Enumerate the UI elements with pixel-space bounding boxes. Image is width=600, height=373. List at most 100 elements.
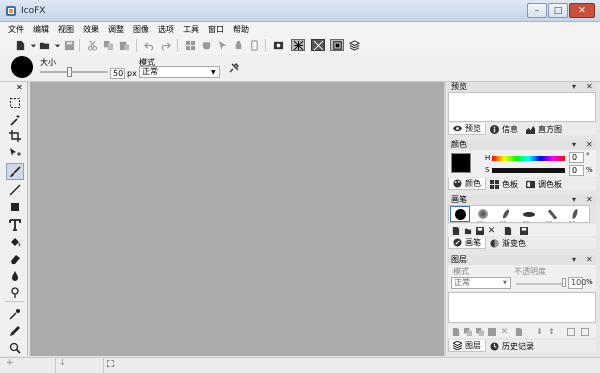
chevron-down-icon[interactable]: ▾ [572, 82, 576, 92]
menu-effects[interactable]: 效果 [83, 24, 99, 35]
tab-brush[interactable]: 画笔 [448, 237, 486, 249]
close-window-button[interactable]: ✕ [569, 3, 595, 18]
dropdown-arrow-icon[interactable] [51, 39, 63, 51]
apple-icon[interactable] [200, 39, 212, 51]
rectangle-icon[interactable] [7, 199, 23, 214]
menu-options[interactable]: 选项 [158, 24, 174, 35]
redo-icon[interactable] [159, 39, 171, 51]
grid-view-third-icon[interactable] [330, 39, 344, 51]
brush-preset-hard-round[interactable] [450, 206, 470, 222]
marquee-select-icon[interactable] [7, 95, 23, 110]
tab-histogram[interactable]: 直方图 [522, 123, 566, 135]
menu-tools[interactable]: 工具 [183, 24, 199, 35]
delete-layer-icon[interactable]: ✕ [500, 327, 509, 337]
save-brush-icon[interactable] [475, 226, 484, 235]
menu-image[interactable]: 图像 [133, 24, 149, 35]
menu-help[interactable]: 帮助 [233, 24, 249, 35]
move-layer-up-icon[interactable]: ⬆ [547, 327, 556, 336]
brush-preset-diagonal[interactable] [542, 206, 562, 222]
tab-swatches[interactable]: 色板 [486, 178, 522, 190]
windows-icon[interactable] [184, 39, 196, 51]
screenshot-icon[interactable] [272, 39, 284, 51]
save-icon[interactable] [63, 39, 75, 51]
saturation-value-field[interactable]: 0 [569, 165, 584, 176]
tab-color[interactable]: 颜色 [448, 178, 486, 190]
layers-stack-icon[interactable] [348, 39, 360, 51]
primary-color-swatch[interactable] [451, 153, 471, 173]
menu-adjust[interactable]: 调整 [108, 24, 124, 35]
tab-gradient[interactable]: 渐变色 [486, 237, 530, 249]
brush-preview[interactable] [11, 56, 33, 78]
chevron-down-icon[interactable]: ▾ [572, 140, 576, 150]
mobile-icon[interactable] [248, 39, 260, 51]
close-icon[interactable]: ✕ [586, 255, 593, 265]
close-icon[interactable]: ✕ [586, 195, 593, 205]
close-icon[interactable]: ✕ [586, 82, 593, 92]
tab-preview[interactable]: 预览 [448, 123, 486, 135]
move-icon[interactable] [7, 145, 23, 160]
new-document-icon[interactable] [14, 39, 26, 51]
menu-file[interactable]: 文件 [8, 24, 24, 35]
layer-expand-icon[interactable] [580, 327, 589, 336]
cursor-icon[interactable] [216, 39, 228, 51]
chevron-down-icon[interactable]: ▾ [572, 195, 576, 205]
layer-opacity-field[interactable]: 100 [568, 277, 586, 289]
merge-layer-icon[interactable] [487, 327, 496, 336]
tab-color-board[interactable]: 调色板 [522, 178, 566, 190]
layer-mode-select[interactable]: 正常 [451, 277, 511, 289]
hue-slider[interactable] [492, 156, 565, 161]
layers-list[interactable] [448, 292, 596, 323]
cut-icon[interactable] [86, 39, 98, 51]
size-value-field[interactable]: 50 [110, 68, 125, 79]
tab-layers[interactable]: 图层 [448, 340, 486, 352]
layer-opacity-slider[interactable] [516, 283, 566, 285]
copy-icon[interactable] [102, 39, 114, 51]
close-icon[interactable]: ✕ [586, 140, 593, 150]
pen-icon[interactable] [7, 323, 23, 338]
duplicate-layer-icon[interactable] [463, 327, 472, 336]
minimize-button[interactable]: – [527, 3, 547, 18]
move-layer-down-icon[interactable]: ⬇ [535, 327, 544, 336]
fill-bucket-icon[interactable] [7, 234, 23, 249]
magic-wand-icon[interactable] [7, 112, 23, 127]
eyedropper-icon[interactable] [7, 306, 23, 321]
size-slider-thumb[interactable] [66, 67, 72, 77]
brush-settings-icon[interactable] [503, 226, 512, 235]
layer-copy-icon[interactable] [475, 327, 484, 336]
mode-select[interactable]: 正常 [139, 66, 220, 78]
paste-icon[interactable] [118, 39, 130, 51]
canvas-workspace[interactable] [30, 82, 444, 356]
grid-view-icon[interactable] [291, 39, 305, 51]
brush-import-icon[interactable] [519, 226, 528, 235]
close-icon[interactable]: ✕ [16, 83, 23, 92]
layer-fit-icon[interactable] [566, 327, 575, 336]
layer-opacity-thumb[interactable] [562, 278, 566, 287]
open-folder-icon[interactable] [38, 39, 50, 51]
maximize-button[interactable]: □ [548, 3, 568, 18]
new-brush-icon[interactable] [451, 226, 460, 235]
delete-brush-icon[interactable]: ✕ [487, 226, 496, 236]
new-layer-icon[interactable] [451, 327, 460, 336]
open-brush-icon[interactable] [463, 226, 472, 235]
brush-preset-soft-round[interactable] [473, 206, 493, 222]
brush-scrollbar[interactable] [589, 205, 596, 223]
blur-drop-icon[interactable] [7, 268, 23, 283]
android-icon[interactable] [232, 39, 244, 51]
satellite-icon[interactable] [228, 62, 240, 74]
size-slider-track[interactable] [40, 71, 108, 73]
text-icon[interactable] [7, 217, 23, 232]
tab-history[interactable]: 历史记录 [486, 340, 538, 352]
hue-value-field[interactable]: 0 [569, 152, 584, 163]
menu-edit[interactable]: 编辑 [33, 24, 49, 35]
menu-view[interactable]: 视图 [58, 24, 74, 35]
menu-window[interactable]: 窗口 [208, 24, 224, 35]
crop-icon[interactable] [7, 128, 23, 143]
panel-splitter[interactable] [444, 82, 446, 356]
tab-info[interactable]: 信息 [486, 123, 522, 135]
undo-icon[interactable] [143, 39, 155, 51]
grid-view-alt-icon[interactable] [311, 39, 325, 51]
layer-properties-icon[interactable] [514, 327, 523, 336]
line-icon[interactable] [7, 182, 23, 197]
burn-icon[interactable] [7, 285, 23, 300]
brush-preset-ellipse[interactable] [519, 206, 539, 222]
